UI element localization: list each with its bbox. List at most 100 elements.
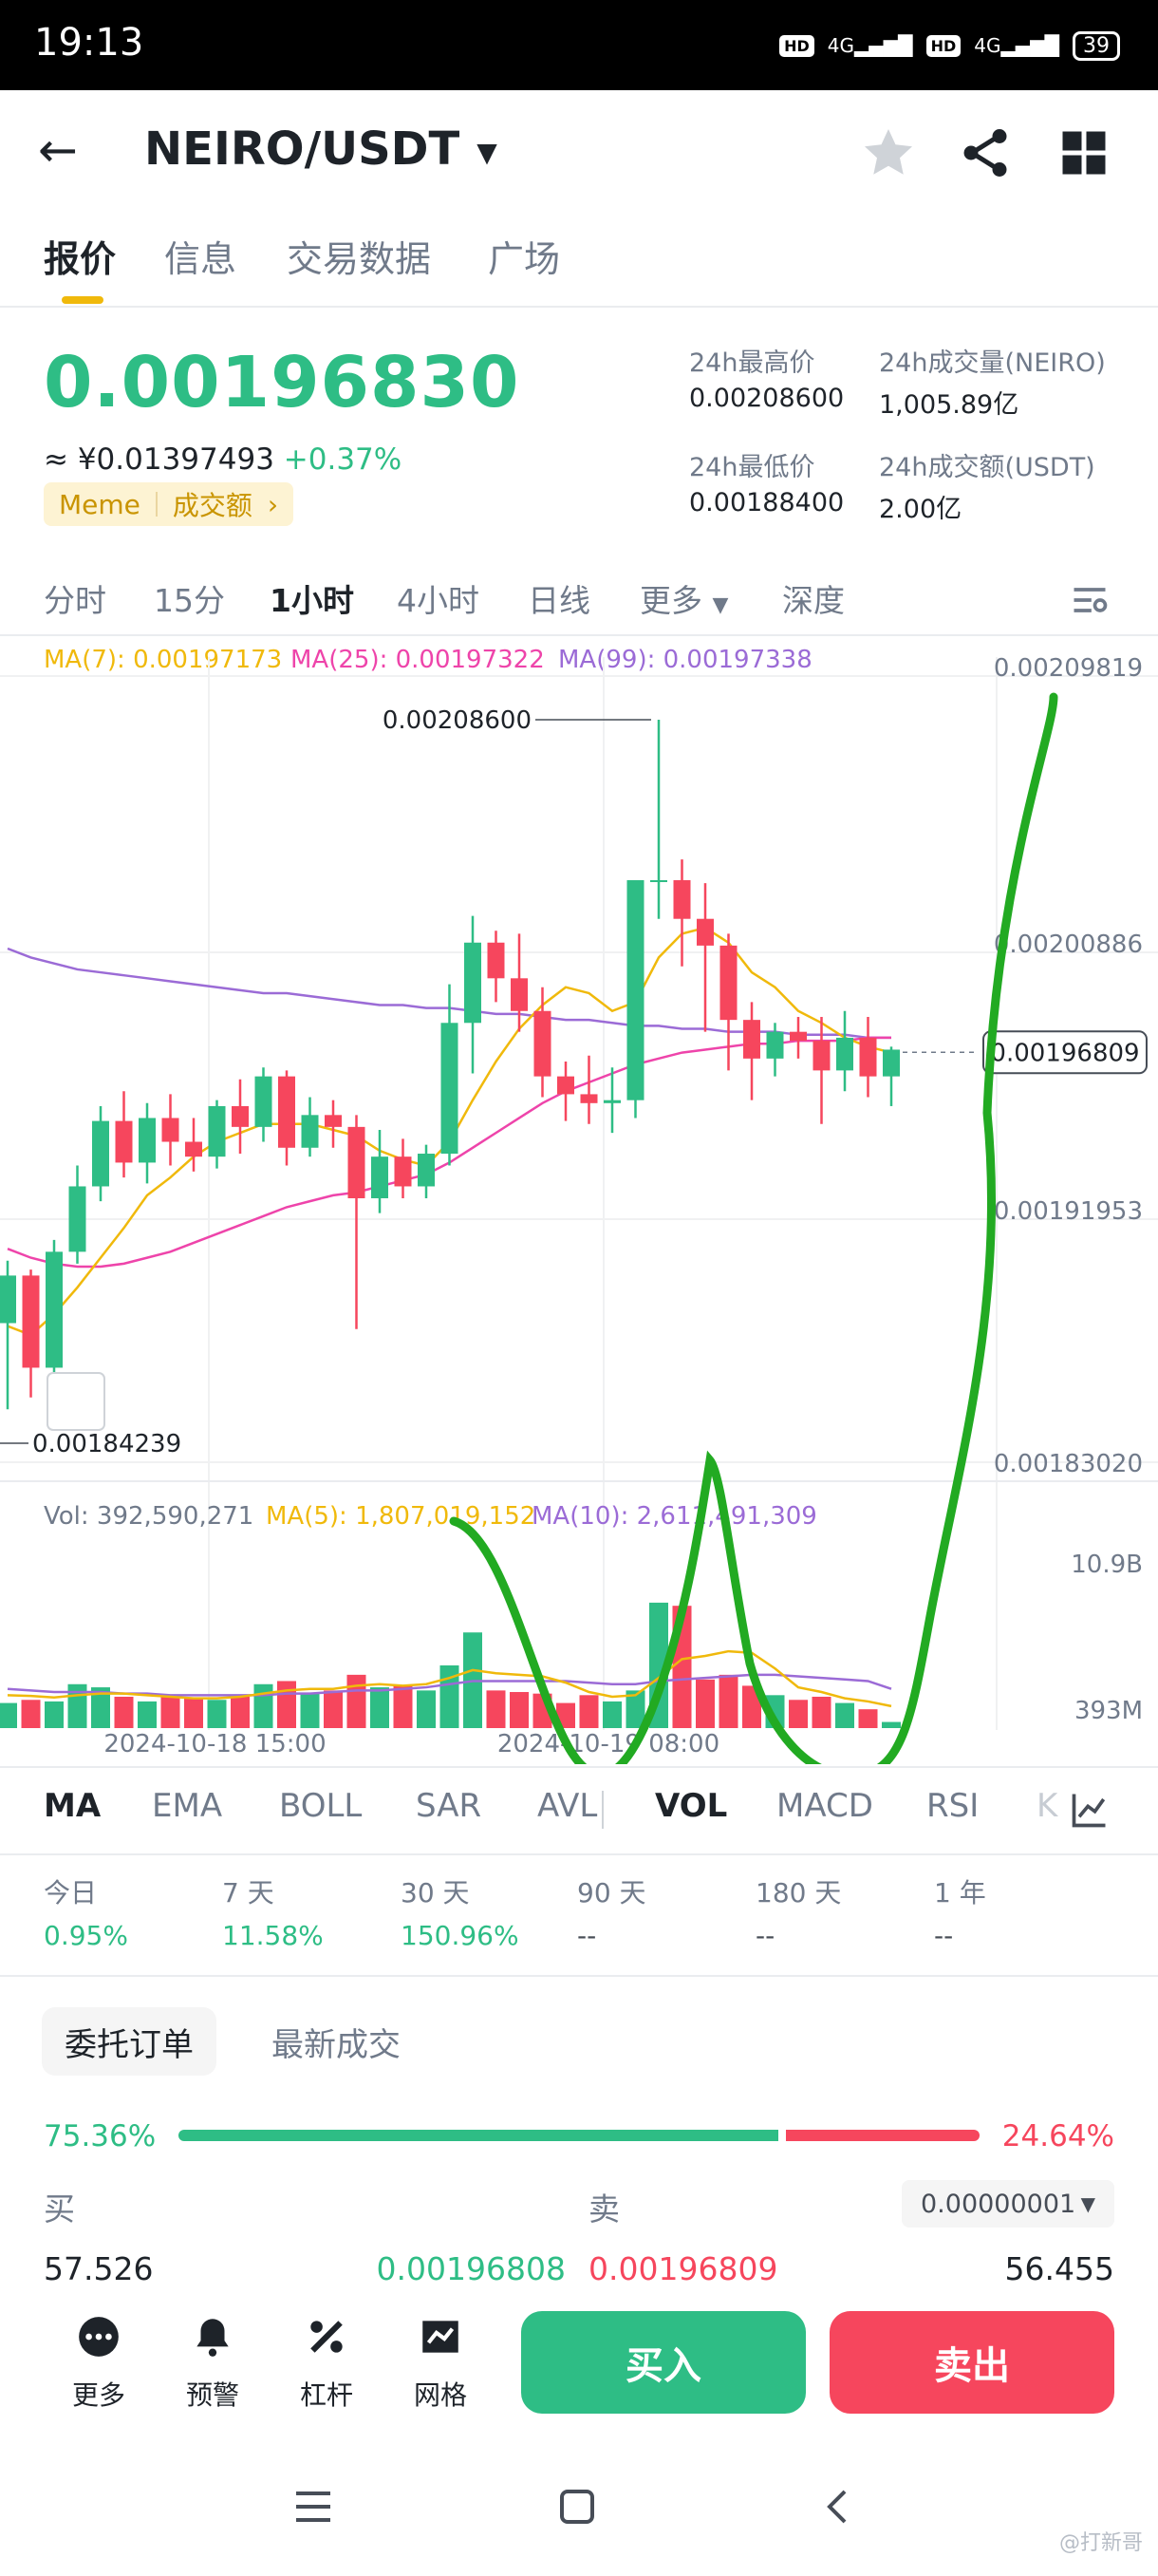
caret-down-icon: ▼ xyxy=(712,593,729,617)
home-icon[interactable] xyxy=(554,2484,600,2529)
ind-boll[interactable]: BOLL xyxy=(279,1787,362,1825)
action-bar: 更多 预警 杠杆 网格 买入 卖出 xyxy=(0,2307,1158,2421)
pair-selector[interactable]: NEIRO/USDT ▼ xyxy=(144,122,497,176)
interval-4h[interactable]: 4小时 xyxy=(397,575,479,621)
ind-ema[interactable]: EMA xyxy=(152,1787,222,1825)
tab-info[interactable]: 信息 xyxy=(164,230,236,282)
status-time: 19:13 xyxy=(34,21,144,65)
volume-bar xyxy=(719,1674,738,1728)
volume-bar xyxy=(510,1692,529,1728)
indicator-divider xyxy=(602,1791,604,1829)
ind-sar[interactable]: SAR xyxy=(416,1787,481,1825)
candle-body xyxy=(859,1037,877,1077)
ind-avl[interactable]: AVL xyxy=(537,1787,597,1825)
tab-order-book[interactable]: 委托订单 xyxy=(42,2007,216,2076)
tab-square[interactable]: 广场 xyxy=(488,230,560,282)
ind-vol[interactable]: VOL xyxy=(655,1787,727,1825)
volume-tick-label: 393M xyxy=(1074,1697,1143,1725)
interval-more[interactable]: 更多 ▼ xyxy=(640,575,728,621)
back-icon[interactable] xyxy=(816,2484,862,2529)
candle-body xyxy=(557,1076,574,1095)
leverage-button[interactable]: 杠杆 xyxy=(289,2313,364,2413)
interval-1h[interactable]: 1小时 xyxy=(270,575,354,621)
perf-today-label: 今日 xyxy=(44,1877,98,1908)
ind-k[interactable]: K xyxy=(1037,1787,1057,1825)
price-cny: ≈ ¥0.01397493 +0.37% xyxy=(44,442,402,477)
interval-15m[interactable]: 15分 xyxy=(154,575,225,621)
tab-indicator xyxy=(62,296,103,304)
sell-button[interactable]: 卖出 xyxy=(830,2311,1114,2414)
volume-bar xyxy=(45,1701,64,1728)
kline-chart[interactable]: 0.00209819 0.00200886 0.00191953 0.00183020… xyxy=(0,638,1158,1764)
tag-meme: Meme xyxy=(59,488,140,520)
interval-1d[interactable]: 日线 xyxy=(528,575,590,621)
volume-bar xyxy=(253,1683,273,1728)
more-button[interactable]: 更多 xyxy=(61,2313,137,2413)
grid-icon[interactable] xyxy=(1055,124,1112,181)
candle-body xyxy=(185,1141,202,1157)
volume-bar xyxy=(486,1690,506,1728)
volume-bar xyxy=(277,1681,296,1728)
vol-ma10-legend: MA(10): 2,611,491,309 xyxy=(532,1502,817,1531)
candle-body xyxy=(533,1010,551,1077)
arrow-left-icon[interactable]: ← xyxy=(38,126,78,174)
candle-body xyxy=(0,1275,16,1324)
perf-90d-value: -- xyxy=(577,1920,597,1951)
precision-select[interactable]: 0.00000001 ▼ xyxy=(902,2180,1114,2228)
volume-tick-label: 10.9B xyxy=(1071,1551,1143,1579)
candle-body xyxy=(812,1041,831,1071)
candle-body xyxy=(650,880,667,883)
candle-body xyxy=(278,1076,295,1148)
interval-depth[interactable]: 深度 xyxy=(782,575,845,621)
perf-7d-label: 7 天 xyxy=(222,1877,274,1908)
candle-body xyxy=(347,1126,365,1198)
low-marker-label: 0.00184239 xyxy=(32,1430,181,1458)
vol-ma5-legend: MA(5): 1,807,019,152 xyxy=(266,1502,535,1531)
tag-box[interactable]: Meme 成交额 › xyxy=(44,482,294,526)
battery-icon: 39 xyxy=(1073,30,1120,61)
volume-bar xyxy=(231,1696,250,1728)
volume-bar xyxy=(346,1674,366,1728)
share-icon[interactable] xyxy=(957,124,1014,181)
grid-button[interactable]: 网格 xyxy=(402,2313,478,2413)
chart-settings-icon[interactable] xyxy=(1069,579,1111,621)
grid-label: 网格 xyxy=(413,2379,467,2411)
tab-recent-trades[interactable]: 最新成交 xyxy=(249,2007,423,2076)
indicator-chart-icon[interactable] xyxy=(1069,1789,1111,1831)
volume-bar xyxy=(0,1702,17,1728)
signal-icon-2: 4G▂▄▆█ xyxy=(974,34,1059,57)
pair-header: ← NEIRO/USDT ▼ xyxy=(0,90,1158,204)
volume-bar xyxy=(696,1679,715,1728)
sell-quantity: 56.455 xyxy=(1004,2250,1114,2287)
hd-badge-2: HD xyxy=(925,34,962,57)
more-icon xyxy=(79,2317,119,2357)
ind-rsi[interactable]: RSI xyxy=(926,1787,979,1825)
candle-body xyxy=(487,942,505,979)
alert-button[interactable]: 预警 xyxy=(175,2313,251,2413)
chevron-right-icon: › xyxy=(267,488,279,520)
volume-bar xyxy=(812,1696,831,1728)
interval-time[interactable]: 分时 xyxy=(44,575,106,621)
menu-icon[interactable] xyxy=(290,2484,336,2529)
tab-quote[interactable]: 报价 xyxy=(44,230,116,282)
buy-ratio: 75.36% xyxy=(44,2119,157,2153)
ratio-bar-sell xyxy=(786,2130,980,2141)
candle-body xyxy=(580,1094,598,1103)
price-change: +0.37% xyxy=(283,442,402,477)
ind-macd[interactable]: MACD xyxy=(776,1787,873,1825)
candle-body xyxy=(418,1154,435,1187)
perf-1y-label: 1 年 xyxy=(934,1877,986,1908)
volume-bar xyxy=(858,1709,878,1728)
candle-body xyxy=(92,1120,109,1187)
star-icon[interactable] xyxy=(860,124,917,181)
tab-trade-data[interactable]: 交易数据 xyxy=(287,230,431,282)
more-label: 更多 xyxy=(71,2379,125,2411)
buy-button[interactable]: 买入 xyxy=(521,2311,806,2414)
candle-body xyxy=(46,1251,63,1368)
ind-ma[interactable]: MA xyxy=(44,1787,101,1825)
candle-body xyxy=(115,1120,133,1163)
percent-icon xyxy=(310,2321,343,2353)
candle-body xyxy=(836,1037,853,1071)
watermark: @打新哥 xyxy=(1058,2531,1143,2555)
system-nav-bar: @打新哥 xyxy=(0,2450,1158,2564)
